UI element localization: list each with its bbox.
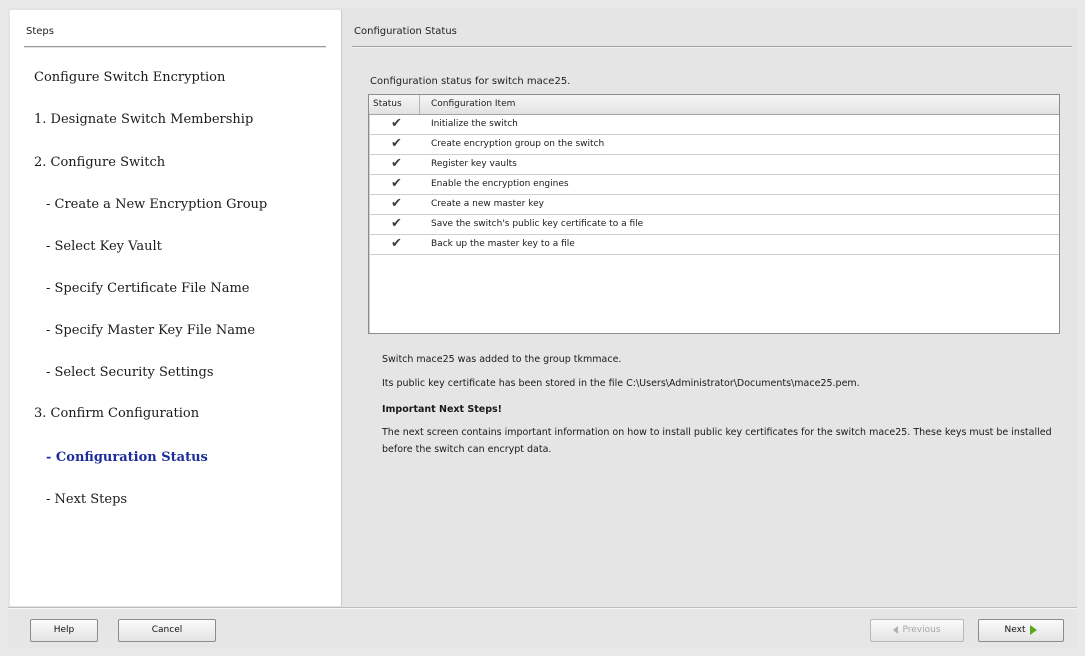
- help-button-label: Help: [53, 625, 75, 635]
- switch-added-message: Switch mace25 was added to the group tkm…: [382, 354, 622, 365]
- steps-header: Steps: [26, 26, 54, 37]
- column-divider[interactable]: [419, 95, 420, 114]
- column-header-configuration-item[interactable]: Configuration Item: [431, 99, 515, 109]
- page-title: Configuration Status: [354, 26, 457, 37]
- step-select-security-settings: - Select Security Settings: [46, 365, 214, 380]
- step-confirm-configuration: 3. Confirm Configuration: [34, 406, 200, 421]
- step-specify-master-key-file-name: - Specify Master Key File Name: [46, 323, 256, 338]
- table-row[interactable]: ✔ Enable the encryption engines: [369, 175, 1059, 195]
- table-row[interactable]: ✔ Register key vaults: [369, 155, 1059, 175]
- wizard-window: Steps Configure Switch Encryption 1. Des…: [8, 8, 1077, 649]
- steps-header-divider: [24, 46, 326, 48]
- content-panel: Configuration Status Configuration statu…: [342, 10, 1075, 606]
- row-item-text: Enable the encryption engines: [431, 179, 569, 189]
- row-item-text: Register key vaults: [431, 159, 517, 169]
- next-button[interactable]: Next: [978, 619, 1064, 642]
- status-intro-text: Configuration status for switch mace25.: [370, 76, 571, 87]
- table-row[interactable]: ✔ Create encryption group on the switch: [369, 135, 1059, 155]
- table-row[interactable]: ✔ Initialize the switch: [369, 115, 1059, 135]
- step-next-steps: - Next Steps: [46, 492, 128, 507]
- help-button[interactable]: Help: [30, 619, 98, 642]
- step-create-encryption-group: - Create a New Encryption Group: [46, 197, 268, 212]
- cancel-button[interactable]: Cancel: [118, 619, 216, 642]
- checkmark-icon: ✔: [391, 136, 402, 151]
- step-designate-switch-membership: 1. Designate Switch Membership: [34, 112, 254, 127]
- step-select-key-vault: - Select Key Vault: [46, 239, 162, 254]
- configuration-status-table[interactable]: Status Configuration Item ✔ Initialize t…: [368, 94, 1060, 334]
- next-steps-text: The next screen contains important infor…: [382, 427, 1052, 455]
- certificate-stored-message: Its public key certificate has been stor…: [382, 378, 860, 389]
- checkmark-icon: ✔: [391, 236, 402, 251]
- button-bar: Help Cancel Previous Next: [8, 608, 1077, 649]
- step-specify-certificate-file-name: - Specify Certificate File Name: [46, 281, 250, 296]
- table-row[interactable]: ✔ Create a new master key: [369, 195, 1059, 215]
- checkmark-icon: ✔: [391, 176, 402, 191]
- checkmark-icon: ✔: [391, 156, 402, 171]
- step-configure-switch-encryption: Configure Switch Encryption: [34, 70, 226, 85]
- next-button-label: Next: [1004, 625, 1026, 635]
- checkmark-icon: ✔: [391, 116, 402, 131]
- row-item-text: Save the switch's public key certificate…: [431, 219, 644, 229]
- table-row[interactable]: ✔ Back up the master key to a file: [369, 235, 1059, 255]
- arrow-right-icon: [1030, 624, 1038, 635]
- next-steps-heading: Important Next Steps!: [382, 404, 502, 415]
- row-item-text: Initialize the switch: [431, 119, 518, 129]
- steps-panel: Steps Configure Switch Encryption 1. Des…: [10, 10, 342, 606]
- column-header-status[interactable]: Status: [373, 99, 402, 109]
- title-divider: [352, 46, 1072, 48]
- previous-button[interactable]: Previous: [870, 619, 964, 642]
- step-configuration-status-current: - Configuration Status: [46, 450, 208, 465]
- row-item-text: Create a new master key: [431, 199, 544, 209]
- checkmark-icon: ✔: [391, 216, 402, 231]
- row-item-text: Back up the master key to a file: [431, 239, 575, 249]
- cancel-button-label: Cancel: [151, 625, 183, 635]
- row-item-text: Create encryption group on the switch: [431, 139, 605, 149]
- checkmark-icon: ✔: [391, 196, 402, 211]
- previous-button-label: Previous: [902, 625, 941, 635]
- step-configure-switch: 2. Configure Switch: [34, 155, 166, 170]
- table-row[interactable]: ✔ Save the switch's public key certifica…: [369, 215, 1059, 235]
- arrow-left-icon: [893, 625, 899, 634]
- table-header: Status Configuration Item: [369, 95, 1059, 115]
